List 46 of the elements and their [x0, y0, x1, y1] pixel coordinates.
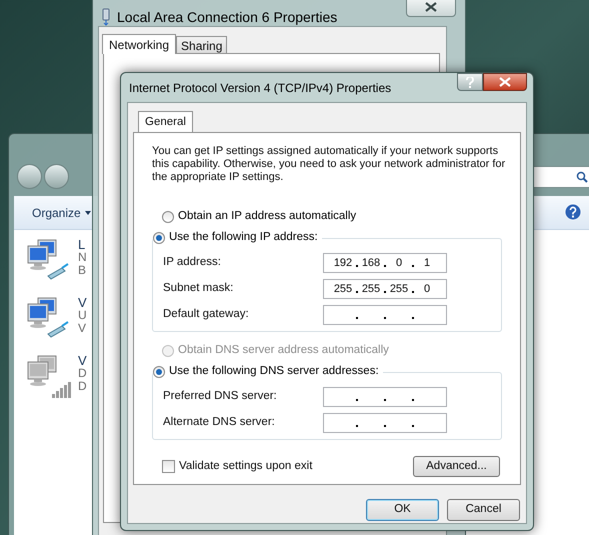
- field-label: Alternate DNS server:: [163, 415, 275, 430]
- ip-address-field[interactable]: 255 255 255 0: [323, 279, 447, 299]
- field-label: Subnet mask:: [163, 281, 234, 296]
- tab[interactable]: General: [138, 111, 193, 133]
- field-label: IP address:: [163, 255, 221, 270]
- network-adapter-icon: [101, 8, 111, 26]
- connection-detail: B: [78, 264, 87, 277]
- back-button[interactable]: [17, 164, 42, 189]
- wireless-network-icon: [26, 354, 72, 400]
- search-icon[interactable]: [576, 171, 588, 183]
- connection-detail: V: [78, 322, 87, 335]
- field-label: Preferred DNS server:: [163, 389, 277, 404]
- validate-checkbox[interactable]: Validate settings upon exit: [162, 458, 312, 476]
- ip-address-field[interactable]: [323, 413, 447, 433]
- close-button[interactable]: [483, 73, 527, 91]
- radio-option[interactable]: Obtain an IP address automatically: [162, 208, 502, 226]
- window-title: Local Area Connection 6 Properties: [117, 8, 338, 27]
- organize-menu[interactable]: Organize: [32, 204, 81, 222]
- window-title: Internet Protocol Version 4 (TCP/IPv4) Properties: [129, 80, 392, 96]
- close-icon: [499, 77, 511, 87]
- close-button[interactable]: [406, 0, 456, 17]
- advanced-button[interactable]: Advanced...: [413, 456, 500, 477]
- help-icon: [466, 76, 474, 88]
- connection-name: V: [78, 354, 87, 367]
- help-icon[interactable]: [565, 204, 581, 220]
- connection-detail: U: [78, 309, 87, 322]
- ip-address-field[interactable]: [323, 387, 447, 407]
- close-icon: [425, 2, 437, 12]
- tab[interactable]: Sharing: [176, 36, 228, 53]
- caret-icon: [84, 210, 91, 214]
- connection-name: L: [78, 238, 86, 251]
- tab[interactable]: Networking: [102, 34, 176, 54]
- ip-address-field[interactable]: [323, 305, 447, 325]
- field-label: Default gateway:: [163, 307, 249, 322]
- help-button[interactable]: [457, 73, 483, 91]
- radio-option[interactable]: Use the following DNS server addresses:: [153, 363, 379, 381]
- connection-detail: D: [78, 367, 87, 380]
- cancel-button[interactable]: Cancel: [447, 499, 520, 521]
- forward-button[interactable]: [44, 164, 69, 189]
- connection-name: V: [78, 296, 87, 309]
- connection-detail: D: [78, 380, 87, 393]
- connection-detail: N: [78, 251, 87, 264]
- ok-button[interactable]: OK: [366, 499, 439, 521]
- radio-option[interactable]: Use the following IP address:: [153, 229, 318, 247]
- description-text: You can get IP settings assigned automatically if your network supports this capability. Otherwise, you need to ask your network administrator for the appropriate IP settings.: [152, 145, 506, 184]
- ip-address-field[interactable]: 192 168 0 1: [323, 253, 447, 273]
